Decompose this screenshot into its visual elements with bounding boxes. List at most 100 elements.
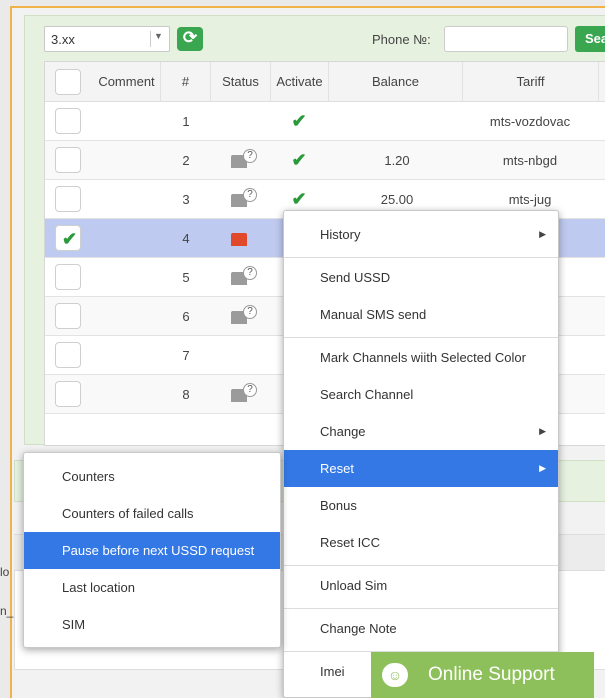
submenu-item-label: Pause before next USSD request: [62, 543, 255, 558]
menu-separator: [284, 337, 558, 338]
menu-item-label: Bonus: [320, 498, 357, 513]
status-cell: ?: [223, 141, 269, 180]
clipped-text: n_: [0, 604, 14, 618]
menu-item[interactable]: Search Channel: [284, 376, 558, 413]
checkmark-icon: ✔: [62, 229, 78, 249]
balance-cell: 1.20: [384, 153, 410, 168]
menu-item[interactable]: Bonus: [284, 487, 558, 524]
menu-item[interactable]: Send USSD: [284, 259, 558, 296]
submenu-item[interactable]: Pause before next USSD request: [24, 532, 280, 569]
question-icon: ?: [243, 305, 257, 319]
menu-item-label: Send USSD: [320, 270, 391, 285]
refresh-button[interactable]: ⟳: [177, 27, 203, 51]
submenu-item[interactable]: Counters: [24, 458, 280, 495]
sim-card-icon: ?: [231, 383, 257, 402]
channel-number: 3: [182, 192, 190, 207]
status-cell: [223, 219, 269, 258]
select-divider: [150, 31, 151, 47]
menu-item-label: History: [320, 227, 361, 242]
menu-item[interactable]: Unload Sim: [284, 567, 558, 604]
select-all-checkbox[interactable]: [55, 69, 81, 95]
chat-bubble-icon: ☺: [382, 663, 408, 687]
column-header-status[interactable]: Status: [211, 62, 271, 102]
menu-item[interactable]: Mark Channels wiith Selected Color: [284, 339, 558, 376]
submenu-item-label: SIM: [62, 617, 86, 632]
menu-item[interactable]: Change Note: [284, 610, 558, 647]
status-cell: ?: [223, 375, 269, 414]
menu-item[interactable]: Reset ICC: [284, 524, 558, 561]
phone-input[interactable]: [444, 26, 568, 52]
version-select-value: 3.xx: [51, 32, 75, 47]
menu-item[interactable]: History ▶: [284, 216, 558, 253]
channel-number: 6: [182, 309, 190, 324]
submenu-item[interactable]: Last location: [24, 569, 280, 606]
row-checkbox[interactable]: [55, 381, 81, 407]
sim-card-icon: ?: [231, 266, 257, 285]
column-header-tariff[interactable]: Tariff: [463, 62, 599, 102]
sim-card-icon: ?: [231, 188, 257, 207]
menu-separator: [284, 608, 558, 609]
status-cell: [223, 102, 269, 141]
sim-card-icon: [231, 233, 253, 246]
column-header-number[interactable]: #: [161, 62, 211, 102]
row-checkbox[interactable]: [55, 186, 81, 212]
reset-submenu: Counters Counters of failed calls Pause be…: [23, 452, 281, 648]
submenu-arrow-icon: ▶: [539, 229, 546, 239]
activated-checkmark-icon: ✔: [291, 150, 307, 170]
menu-separator: [284, 565, 558, 566]
menu-item-label: Change Note: [320, 621, 397, 636]
menu-item-label: Unload Sim: [320, 578, 388, 593]
balance-cell: [345, 102, 449, 141]
status-cell: [223, 336, 269, 375]
column-header-comment[interactable]: Comment: [93, 62, 161, 102]
menu-item-label: Imei: [320, 664, 345, 679]
row-checkbox[interactable]: [55, 342, 81, 368]
grid-header: Comment # Status Activate Balance Tariff: [45, 62, 605, 102]
submenu-item[interactable]: Counters of failed calls: [24, 495, 280, 532]
menu-item-label: Reset ICC: [320, 535, 380, 550]
table-row[interactable]: 2?✔1.20mts-nbgd00: [45, 141, 605, 180]
activated-checkmark-icon: ✔: [291, 111, 307, 131]
clipped-text: lo: [0, 565, 10, 579]
menu-item-label: Search Channel: [320, 387, 414, 402]
row-checkbox[interactable]: [55, 108, 81, 134]
refresh-icon: ⟳: [182, 28, 198, 47]
context-menu: History ▶ Send USSD Manual SMS send Mark Cha…: [283, 210, 559, 698]
menu-item[interactable]: Reset ▶: [284, 450, 558, 487]
menu-item[interactable]: Change ▶: [284, 413, 558, 450]
row-checkbox[interactable]: ✔: [55, 225, 81, 251]
question-icon: ?: [243, 149, 257, 163]
channel-number: 1: [182, 114, 190, 129]
sim-card-icon: ?: [231, 305, 257, 324]
version-select[interactable]: 3.xx ▼: [44, 26, 170, 52]
question-icon: ?: [243, 266, 257, 280]
channel-number: 7: [182, 348, 190, 363]
column-header-balance[interactable]: Balance: [329, 62, 463, 102]
submenu-item[interactable]: SIM: [24, 606, 280, 643]
channel-number: 2: [182, 153, 190, 168]
tariff-cell: mts-nbgd: [502, 153, 558, 168]
status-cell: ?: [223, 258, 269, 297]
submenu-arrow-icon: ▶: [539, 426, 546, 436]
submenu-item-label: Counters: [62, 469, 115, 484]
status-cell: ?: [223, 180, 269, 219]
menu-item[interactable]: Manual SMS send: [284, 296, 558, 333]
online-support-widget[interactable]: ☺ Online Support: [371, 652, 594, 698]
row-checkbox[interactable]: [55, 147, 81, 173]
channel-number: 5: [182, 270, 190, 285]
question-icon: ?: [243, 188, 257, 202]
submenu-item-label: Counters of failed calls: [62, 506, 194, 521]
row-checkbox[interactable]: [55, 303, 81, 329]
phone-label: Phone №:: [372, 32, 431, 47]
row-checkbox[interactable]: [55, 264, 81, 290]
chevron-down-icon: ▼: [154, 31, 163, 41]
tariff-cell: mts-vozdovac: [489, 114, 571, 129]
column-header-activate[interactable]: Activate: [271, 62, 329, 102]
submenu-arrow-icon: ▶: [539, 463, 546, 473]
menu-item-label: Mark Channels wiith Selected Color: [320, 350, 526, 365]
search-button[interactable]: Search: [575, 26, 605, 52]
table-row[interactable]: 1✔mts-vozdovac00: [45, 102, 605, 141]
submenu-item-label: Last location: [62, 580, 135, 595]
menu-item-label: Manual SMS send: [320, 307, 427, 322]
menu-item-label: Change: [320, 424, 366, 439]
